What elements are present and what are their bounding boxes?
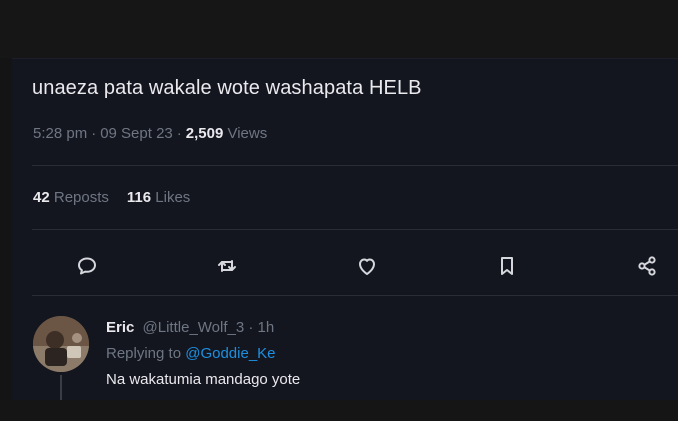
divider bbox=[32, 165, 678, 166]
reply-author-name[interactable]: Eric bbox=[106, 319, 134, 336]
repost-icon bbox=[218, 260, 236, 272]
bottom-black-band bbox=[0, 400, 678, 421]
replying-to-line: Replying to @Goddie_Ke bbox=[106, 345, 276, 362]
repost-button[interactable] bbox=[212, 251, 242, 281]
reply-tweet[interactable]: Eric @Little_Wolf_3 · 1h Replying to @Go… bbox=[12, 303, 678, 401]
like-button[interactable] bbox=[352, 251, 382, 281]
avatar[interactable] bbox=[33, 316, 89, 372]
reply-header: Eric @Little_Wolf_3 · 1h bbox=[106, 319, 274, 336]
divider bbox=[32, 229, 678, 230]
views-label: Views bbox=[227, 125, 268, 142]
bookmark-button[interactable] bbox=[492, 251, 522, 281]
thread-line bbox=[60, 375, 62, 401]
tweet-text: unaeza pata wakale wote washapata HELB bbox=[32, 77, 422, 99]
tweet-meta: 5:28 pm · 09 Sept 23 · 2,509 Views bbox=[33, 125, 267, 142]
header-separator: · bbox=[248, 319, 254, 336]
tweet-time[interactable]: 5:28 pm bbox=[33, 125, 87, 142]
avatar-photo-icon bbox=[33, 316, 89, 372]
divider bbox=[32, 295, 678, 296]
share-button[interactable] bbox=[632, 251, 662, 281]
reply-author-handle[interactable]: @Little_Wolf_3 bbox=[143, 319, 245, 336]
likes-count: 116 bbox=[126, 189, 152, 206]
replying-to-label: Replying to bbox=[106, 345, 182, 362]
likes-label: Likes bbox=[155, 189, 191, 206]
engagement-stats: 42 Reposts 116 Likes bbox=[33, 189, 190, 206]
views-count: 2,509 bbox=[185, 125, 224, 142]
meta-separator: · bbox=[176, 125, 182, 142]
tweet-action-bar bbox=[12, 243, 678, 287]
likes-stat[interactable]: 116 Likes bbox=[127, 189, 190, 206]
meta-separator: · bbox=[91, 125, 97, 142]
reposts-label: Reposts bbox=[53, 189, 109, 206]
reposts-stat[interactable]: 42 Reposts bbox=[33, 189, 109, 206]
reposts-count: 42 bbox=[33, 189, 50, 206]
tweet-date[interactable]: 09 Sept 23 bbox=[100, 125, 173, 142]
like-icon bbox=[359, 258, 375, 275]
bookmark-icon bbox=[501, 257, 513, 275]
reply-icon bbox=[78, 257, 96, 275]
share-icon bbox=[638, 256, 656, 276]
reply-text: Na wakatumia mandago yote bbox=[106, 371, 301, 388]
replying-to-mention[interactable]: @Goddie_Ke bbox=[185, 345, 275, 362]
reply-button[interactable] bbox=[72, 251, 102, 281]
top-black-band bbox=[0, 0, 678, 58]
tweet-detail-panel: unaeza pata wakale wote washapata HELB 5… bbox=[12, 58, 678, 401]
reply-age: 1h bbox=[257, 319, 275, 336]
